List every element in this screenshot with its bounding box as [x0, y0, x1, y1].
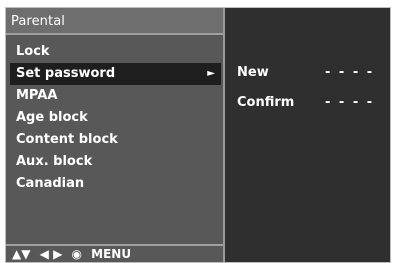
new-password-row[interactable]: New - - - - [225, 65, 375, 81]
menu-item-set-password[interactable]: Set password ► [10, 63, 221, 85]
panel-title: Parental [11, 14, 65, 29]
password-entry-panel: New - - - - Confirm - - - - [225, 8, 390, 262]
menu-item-mpaa[interactable]: MPAA [6, 85, 223, 107]
panel-header: Parental [6, 8, 223, 35]
confirm-password-label: Confirm [237, 95, 295, 110]
ok-button-icon: ◉ [71, 247, 82, 261]
menu-item-label: Age block [16, 110, 88, 125]
menu-hint-label: MENU [91, 247, 132, 261]
left-right-arrows-icon: ◀ ▶ [39, 247, 63, 261]
menu-item-label: MPAA [16, 88, 58, 103]
menu-item-label: Canadian [16, 176, 85, 191]
menu-item-aux-block[interactable]: Aux. block [6, 151, 223, 173]
menu-item-label: Aux. block [16, 154, 93, 169]
up-down-arrows-icon: ▲▼ [12, 247, 31, 261]
confirm-password-row[interactable]: Confirm - - - - [225, 95, 375, 111]
submenu-arrow-icon: ► [207, 68, 215, 79]
parental-menu-list: Lock Set password ► MPAA Age block Conte… [6, 41, 223, 195]
menu-item-lock[interactable]: Lock [6, 41, 223, 63]
parental-osd-window: Parental Lock Set password ► MPAA Age bl… [5, 7, 391, 263]
menu-item-age-block[interactable]: Age block [6, 107, 223, 129]
menu-item-content-block[interactable]: Content block [6, 129, 223, 151]
menu-item-label: Lock [16, 44, 50, 59]
menu-item-label: Set password [16, 66, 116, 81]
new-password-value: - - - - [325, 65, 375, 80]
menu-item-label: Content block [16, 132, 118, 147]
confirm-password-value: - - - - [325, 95, 375, 110]
navigation-hint-bar: ▲▼ ◀ ▶ ◉ MENU [6, 244, 223, 262]
new-password-label: New [237, 65, 269, 80]
parental-menu-panel: Parental Lock Set password ► MPAA Age bl… [6, 8, 225, 262]
menu-item-canadian[interactable]: Canadian [6, 173, 223, 195]
